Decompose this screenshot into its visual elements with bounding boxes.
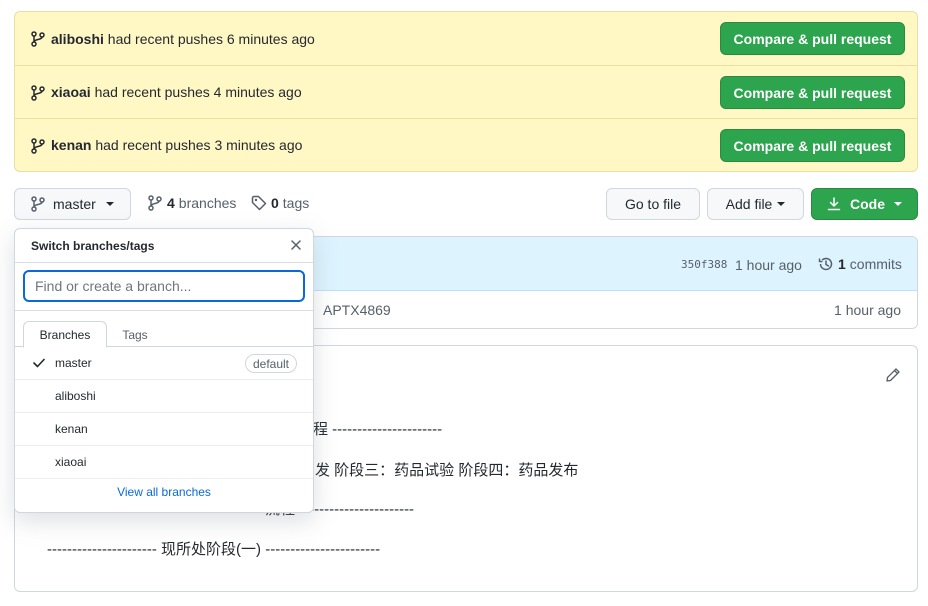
divider: [15, 310, 313, 311]
compare-pull-request-button[interactable]: Compare & pull request: [720, 129, 905, 162]
push-row: kenan had recent pushes 3 minutes ago Co…: [15, 118, 917, 171]
recent-pushes-banner: aliboshi had recent pushes 6 minutes ago…: [14, 11, 918, 172]
git-branch-icon: [31, 138, 45, 154]
readme-line: 发 阶段三：药品试验 阶段四：药品发布: [315, 462, 579, 479]
view-all-branches-link[interactable]: View all branches: [15, 485, 313, 499]
branch-search-input[interactable]: [23, 270, 305, 302]
add-file-button[interactable]: Add file: [707, 188, 804, 220]
file-commit-time: 1 hour ago: [834, 302, 901, 318]
pencil-icon[interactable]: [885, 367, 901, 383]
current-branch-label: master: [53, 196, 96, 212]
branch-item-xiaoai[interactable]: xiaoai: [15, 446, 313, 479]
download-icon: [827, 197, 841, 211]
push-user[interactable]: aliboshi: [51, 31, 104, 47]
compare-pull-request-button[interactable]: Compare & pull request: [720, 76, 905, 109]
push-row: aliboshi had recent pushes 6 minutes ago…: [15, 12, 917, 65]
branch-name: aliboshi: [55, 389, 96, 403]
tags-link[interactable]: 0 tags: [251, 195, 309, 211]
branch-name: xiaoai: [55, 455, 87, 469]
commit-hash[interactable]: 350f388: [681, 258, 727, 271]
tags-label: tags: [282, 195, 310, 211]
branch-name: master: [55, 356, 92, 370]
branch-item-aliboshi[interactable]: aliboshi: [15, 380, 313, 413]
dropdown-title: Switch branches/tags: [31, 239, 155, 253]
chevron-down-icon: [894, 202, 902, 206]
branch-name: kenan: [55, 422, 88, 436]
default-badge: default: [244, 354, 297, 373]
tab-branches[interactable]: Branches: [23, 321, 107, 348]
branch-item-master[interactable]: master default: [15, 347, 313, 380]
push-text: had recent pushes 3 minutes ago: [95, 137, 303, 153]
tag-icon: [251, 195, 267, 211]
branch-item-kenan[interactable]: kenan: [15, 413, 313, 446]
readme-line: 程 ----------------------: [313, 421, 443, 438]
close-icon[interactable]: [289, 238, 303, 252]
add-file-label: Add file: [725, 196, 773, 212]
code-button[interactable]: Code: [811, 188, 918, 220]
branches-link[interactable]: 4 branches: [148, 195, 236, 211]
commits-count: 1: [838, 256, 846, 272]
branches-label: branches: [178, 195, 237, 211]
history-icon: [818, 257, 833, 271]
chevron-down-icon: [105, 202, 114, 206]
tags-count: 0: [271, 195, 279, 211]
git-branch-icon: [31, 31, 45, 47]
commits-label: commits: [849, 256, 902, 272]
go-to-file-button[interactable]: Go to file: [606, 188, 700, 220]
git-branch-icon: [148, 195, 162, 211]
code-label: Code: [850, 196, 885, 212]
commit-time: 1 hour ago: [735, 257, 802, 273]
push-user[interactable]: xiaoai: [51, 84, 91, 100]
push-text: had recent pushes 4 minutes ago: [94, 84, 302, 100]
divider: [15, 262, 313, 263]
check-icon: [33, 358, 45, 368]
branches-count: 4: [167, 195, 175, 211]
chevron-down-icon: [777, 202, 786, 206]
commits-link[interactable]: 1 commits: [818, 256, 902, 272]
push-text: had recent pushes 6 minutes ago: [107, 30, 315, 47]
push-row: xiaoai had recent pushes 4 minutes ago C…: [15, 65, 917, 118]
compare-pull-request-button[interactable]: Compare & pull request: [720, 22, 905, 55]
push-user[interactable]: kenan: [51, 137, 91, 153]
git-branch-icon: [31, 196, 45, 212]
branch-switch-dropdown: Switch branches/tags Branches Tags maste…: [14, 228, 314, 513]
dropdown-tabs: Branches Tags: [15, 317, 313, 348]
tab-tags[interactable]: Tags: [109, 321, 161, 348]
readme-line: ---------------------- 现所处阶段(一) --------…: [47, 541, 381, 558]
git-branch-icon: [31, 85, 45, 101]
branch-select-button[interactable]: master: [14, 188, 131, 220]
commit-message-link[interactable]: APTX4869: [323, 302, 391, 318]
